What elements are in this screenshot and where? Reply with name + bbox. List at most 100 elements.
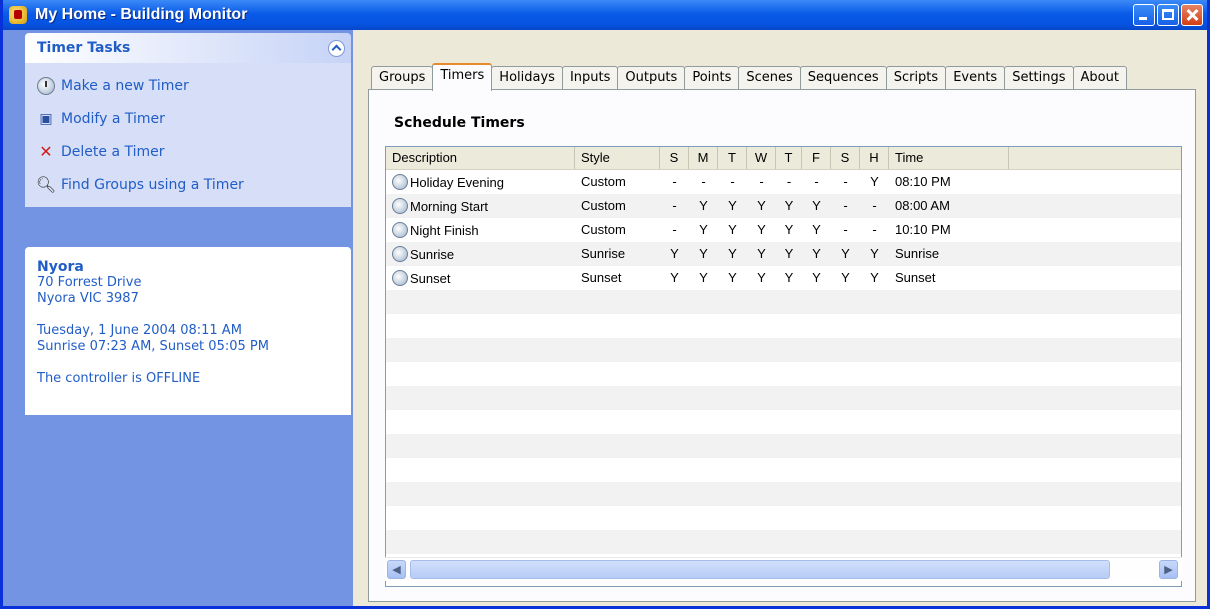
collapse-icon[interactable] [328, 39, 345, 57]
empty-cell [776, 338, 802, 362]
column-header[interactable]: W [747, 147, 776, 169]
column-header[interactable]: T [776, 147, 802, 169]
table-cell: Y [699, 246, 708, 261]
empty-cell [802, 434, 831, 458]
empty-cell [660, 386, 689, 410]
column-header[interactable]: F [802, 147, 831, 169]
table-row[interactable]: Sunrise Sunrise Y Y Y Y Y Y Y Y Sunrise [386, 242, 1181, 266]
scroll-thumb[interactable] [410, 560, 1110, 579]
location-name: Nyora [37, 259, 84, 275]
scroll-left-icon[interactable]: ◀ [387, 560, 406, 579]
close-button[interactable] [1181, 4, 1203, 26]
task-make-new-timer[interactable]: Make a new Timer [25, 69, 351, 102]
empty-cell [747, 314, 776, 338]
empty-cell [575, 290, 660, 314]
task-find-groups[interactable]: 🔍︎ Find Groups using a Timer [25, 168, 351, 201]
tab-scripts[interactable]: Scripts [885, 66, 947, 89]
table-row[interactable]: Morning Start Custom - Y Y Y Y Y - - 08:00 AM [386, 194, 1181, 218]
task-label: Make a new Timer [61, 77, 189, 94]
task-modify-timer[interactable]: ▣ Modify a Timer [25, 102, 351, 135]
tab-about[interactable]: About [1072, 66, 1127, 89]
empty-cell [860, 290, 889, 314]
empty-cell [776, 458, 802, 482]
table-cell: Y [870, 174, 879, 189]
tab-scenes[interactable]: Scenes [738, 66, 801, 89]
empty-cell [776, 290, 802, 314]
empty-cell [776, 410, 802, 434]
table-cell: Y [812, 222, 821, 237]
empty-cell [575, 434, 660, 458]
table-cell: - [872, 198, 877, 213]
minimize-button[interactable] [1133, 4, 1155, 26]
table-row[interactable]: Holiday Evening Custom - - - - - - - Y 08:10 PM [386, 170, 1181, 194]
table-cell: Y [728, 270, 737, 285]
empty-row [386, 386, 1181, 410]
tab-outputs[interactable]: Outputs [617, 66, 686, 89]
empty-cell [889, 362, 1009, 386]
empty-cell [889, 434, 1009, 458]
address-line-1: 70 Forrest Drive [37, 275, 142, 290]
table-row[interactable]: Night Finish Custom - Y Y Y Y Y - - 10:10 PM [386, 218, 1181, 242]
empty-cell [802, 362, 831, 386]
table-cell: Y [699, 270, 708, 285]
tab-inputs[interactable]: Inputs [561, 66, 619, 89]
empty-row [386, 458, 1181, 482]
timer-tasks-panel: Timer Tasks Make a new Timer ▣ Modify a … [25, 33, 351, 207]
column-header[interactable]: M [689, 147, 718, 169]
table-cell: - [759, 174, 764, 189]
column-header[interactable]: H [860, 147, 889, 169]
empty-cell [689, 410, 718, 434]
location-info-panel: Nyora 70 Forrest Drive Nyora VIC 3987 Tu… [25, 247, 351, 415]
column-header[interactable]: Style [575, 147, 660, 169]
tab-sequences[interactable]: Sequences [799, 66, 887, 89]
clock-icon [37, 76, 55, 95]
empty-cell [660, 410, 689, 434]
column-header[interactable]: Time [889, 147, 1009, 169]
empty-cell [386, 290, 575, 314]
tab-settings[interactable]: Settings [1004, 66, 1074, 89]
empty-cell [831, 458, 860, 482]
app-icon [9, 6, 27, 24]
table-cell: Y [757, 270, 766, 285]
empty-cell [747, 386, 776, 410]
empty-cell [718, 338, 747, 362]
empty-cell [575, 506, 660, 530]
task-delete-timer[interactable]: ✕ Delete a Timer [25, 135, 351, 168]
tab-holidays[interactable]: Holidays [491, 66, 563, 89]
empty-cell [831, 482, 860, 506]
table-cell: Y [728, 222, 737, 237]
empty-cell [747, 362, 776, 386]
empty-cell [831, 530, 860, 554]
table-cell: 10:10 PM [895, 222, 951, 237]
timer-clock-icon [392, 174, 408, 190]
empty-cell [660, 314, 689, 338]
column-header[interactable]: S [660, 147, 689, 169]
table-row[interactable]: Sunset Sunset Y Y Y Y Y Y Y Y Sunset [386, 266, 1181, 290]
table-cell: 08:00 AM [895, 198, 950, 213]
empty-cell [386, 362, 575, 386]
horizontal-scrollbar[interactable]: ◀ ▶ [385, 557, 1182, 581]
empty-cell [831, 338, 860, 362]
empty-cell [776, 482, 802, 506]
timers-table[interactable]: Description Style S M T W T F S H Time H… [385, 146, 1182, 587]
empty-cell [776, 386, 802, 410]
tab-points[interactable]: Points [684, 66, 740, 89]
table-cell: Sunset [895, 270, 936, 285]
tab-events[interactable]: Events [945, 66, 1006, 89]
empty-cell [747, 458, 776, 482]
column-header[interactable]: S [831, 147, 860, 169]
column-header[interactable]: T [718, 147, 747, 169]
maximize-button[interactable] [1157, 4, 1179, 26]
empty-cell [802, 482, 831, 506]
empty-cell [718, 314, 747, 338]
scroll-right-icon[interactable]: ▶ [1159, 560, 1178, 579]
column-header[interactable]: Description [386, 147, 575, 169]
title-bar[interactable]: My Home - Building Monitor [3, 0, 1207, 30]
tab-groups[interactable]: Groups [371, 66, 434, 89]
empty-cell [660, 530, 689, 554]
empty-cell [689, 314, 718, 338]
table-cell: Y [670, 246, 679, 261]
tab-timers[interactable]: Timers [432, 63, 493, 91]
timer-clock-icon [392, 270, 408, 286]
empty-cell [689, 506, 718, 530]
